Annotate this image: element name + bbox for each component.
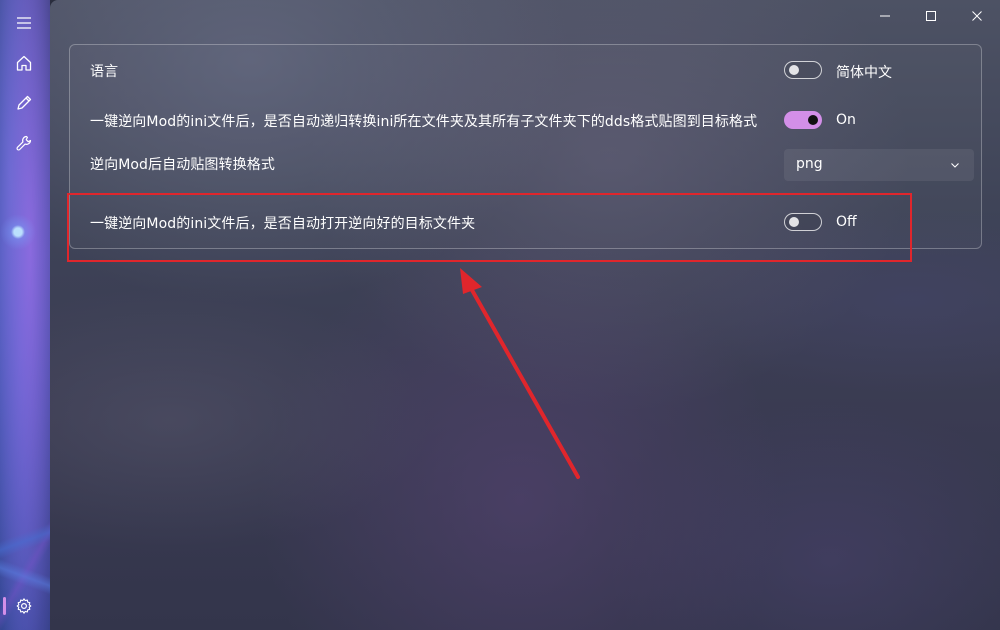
nav-home[interactable] [8, 47, 40, 79]
menu-button[interactable] [8, 7, 40, 39]
minimize-icon [880, 15, 890, 17]
wrench-icon [16, 135, 32, 151]
nav-tools[interactable] [8, 127, 40, 159]
minimize-button[interactable] [862, 0, 908, 32]
toggle-knob [808, 115, 818, 125]
nav-settings[interactable] [8, 590, 40, 622]
auto-convert-label: 一键逆向Mod的ini文件后，是否自动递归转换ini所在文件夹及其所有子文件夹下… [90, 114, 758, 130]
home-icon [16, 55, 32, 71]
gear-icon [16, 598, 32, 614]
maximize-icon [926, 11, 936, 21]
language-label: 语言 [90, 64, 119, 80]
language-toggle[interactable] [784, 61, 822, 79]
texture-format-label: 逆向Mod后自动贴图转换格式 [90, 157, 275, 173]
active-nav-indicator [3, 597, 6, 615]
pencil-icon [17, 95, 32, 110]
close-button[interactable] [954, 0, 1000, 32]
chevron-down-icon [951, 163, 959, 168]
maximize-button[interactable] [908, 0, 954, 32]
nav-edit[interactable] [8, 87, 40, 119]
settings-page: 语言 简体中文 一键逆向Mod的ini文件后，是否自动递归转换ini所在文件夹及… [50, 0, 1000, 630]
toggle-knob [789, 65, 799, 75]
auto-convert-state: On [836, 112, 856, 128]
texture-format-value: png [796, 156, 823, 172]
auto-convert-toggle[interactable] [784, 111, 822, 129]
menu-icon [17, 17, 31, 29]
navigation-sidebar [0, 0, 48, 630]
texture-format-dropdown[interactable]: png [784, 149, 974, 181]
window-controls [862, 0, 1000, 32]
language-value: 简体中文 [836, 65, 892, 81]
annotation-highlight-box [67, 193, 912, 262]
close-icon [972, 11, 982, 21]
